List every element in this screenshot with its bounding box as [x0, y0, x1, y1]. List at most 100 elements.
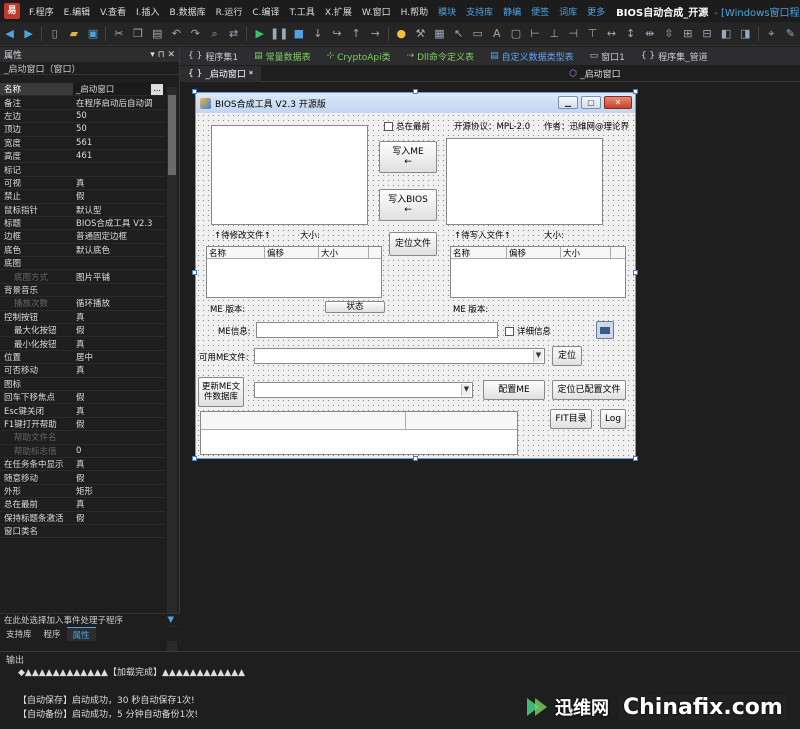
align-center-icon[interactable]: ⊥: [548, 27, 561, 41]
link-static[interactable]: 静编: [498, 5, 526, 18]
property-row[interactable]: 底图方式 图片平铺: [0, 270, 165, 284]
align-top-icon[interactable]: ⊤: [586, 27, 599, 41]
property-value[interactable]: 真: [73, 405, 165, 417]
back-icon[interactable]: ◀: [3, 27, 16, 41]
dropdown-arrow-icon[interactable]: ▼: [167, 615, 180, 625]
property-value[interactable]: 50: [73, 111, 165, 121]
space-h-icon[interactable]: ⇹: [643, 27, 656, 41]
menu-extend[interactable]: X.扩展: [320, 5, 357, 18]
property-row[interactable]: 标题 BIOS合成工具 V2.3: [0, 217, 165, 231]
property-value[interactable]: 真: [73, 311, 165, 323]
property-value[interactable]: 假: [73, 512, 165, 524]
property-row[interactable]: 在任务条中显示真: [0, 458, 165, 472]
dropdown-arrow-icon[interactable]: ▼: [461, 384, 471, 396]
menu-run[interactable]: R.运行: [211, 5, 248, 18]
property-value[interactable]: 图片平铺: [73, 271, 165, 283]
menu-compile[interactable]: C.编译: [247, 5, 284, 18]
column-header[interactable]: 名称: [451, 247, 507, 259]
event-handler-select[interactable]: 在此处选择加入事件处理子程序 ▼: [0, 613, 180, 626]
locate-file-button[interactable]: 定位文件: [389, 232, 437, 256]
property-row[interactable]: 背景音乐: [0, 284, 165, 298]
tab-startup-window-design[interactable]: ⬡ _启动窗口: [561, 66, 628, 82]
step-into-icon[interactable]: ↓: [311, 27, 324, 41]
property-value[interactable]: 居中: [73, 351, 165, 363]
link-more[interactable]: 更多: [582, 5, 610, 18]
minimize-button[interactable]: ▁: [558, 96, 578, 109]
property-row[interactable]: 可否移动 真: [0, 364, 165, 378]
property-scrollbar[interactable]: [167, 87, 177, 652]
column-header[interactable]: 偏移: [507, 247, 561, 259]
property-row[interactable]: 外形 矩形: [0, 485, 165, 499]
usable-me-combobox[interactable]: ▼: [254, 348, 545, 364]
property-value[interactable]: BIOS合成工具 V2.3: [73, 217, 165, 229]
result-table[interactable]: [200, 411, 518, 455]
property-row[interactable]: 备注 在程序启动后自动调: [0, 96, 165, 110]
property-row[interactable]: 高度 461: [0, 150, 165, 164]
property-value[interactable]: 假: [73, 324, 165, 336]
tab-window-1[interactable]: ▭ 窗口1: [582, 50, 633, 63]
write-me-button[interactable]: 写入ME ←: [379, 141, 437, 173]
property-value[interactable]: 真: [73, 364, 165, 376]
config-me-button[interactable]: 配置ME: [483, 380, 545, 400]
tab-cryptoapi[interactable]: ⊹ CryptoApi类: [319, 50, 399, 63]
source-file-textbox[interactable]: [211, 125, 368, 225]
property-row[interactable]: 左边 50: [0, 110, 165, 124]
property-value[interactable]: 真: [73, 498, 165, 510]
form-title-bar[interactable]: BIOS合成工具 V2.3 开源版 ▁ ▢ ✕: [196, 93, 635, 113]
close-button[interactable]: ✕: [604, 96, 632, 109]
same-width-icon[interactable]: ↔: [605, 27, 618, 41]
menu-insert[interactable]: I.插入: [131, 5, 165, 18]
property-row[interactable]: 禁止 假: [0, 190, 165, 204]
property-row[interactable]: 播放次数 循环播放: [0, 297, 165, 311]
property-value[interactable]: 循环播放: [73, 297, 165, 309]
checkbox-box[interactable]: [384, 122, 393, 131]
forward-icon[interactable]: ▶: [22, 27, 35, 41]
run-icon[interactable]: ▶: [253, 27, 266, 41]
tab-program-set-pipe[interactable]: { } 程序集_管道: [633, 50, 716, 63]
checkbox-box[interactable]: [505, 327, 514, 336]
me-info-textbox[interactable]: [256, 322, 498, 338]
tab-dll-commands[interactable]: ⇢ Dll命令定义表: [399, 50, 482, 63]
tab-support-lib[interactable]: 支持库: [0, 627, 38, 641]
menu-edit[interactable]: E.编辑: [59, 5, 96, 18]
maximize-button[interactable]: ▢: [581, 96, 601, 109]
property-value[interactable]: 假: [73, 190, 165, 202]
column-header[interactable]: 大小: [561, 247, 611, 259]
dropdown-arrow-icon[interactable]: ▼: [533, 350, 543, 362]
column-header[interactable]: 偏移: [265, 247, 319, 259]
center-h-icon[interactable]: ⊞: [681, 27, 694, 41]
same-height-icon[interactable]: ↕: [624, 27, 637, 41]
log-button[interactable]: Log: [600, 409, 626, 429]
property-row[interactable]: 图标: [0, 378, 165, 391]
column-header[interactable]: 名称: [207, 247, 265, 259]
lock-icon[interactable]: ⌖: [765, 27, 778, 41]
status-button[interactable]: 状态: [325, 301, 385, 313]
locate-config-button[interactable]: 定位已配置文件: [552, 380, 626, 400]
property-value[interactable]: 假: [73, 391, 165, 403]
column-header[interactable]: 大小: [319, 247, 369, 259]
property-value[interactable]: 在程序启动后自动调: [73, 97, 165, 109]
bulb-icon[interactable]: ●: [395, 27, 408, 41]
tab-program[interactable]: 程序: [38, 627, 67, 641]
property-row[interactable]: 宽度 561: [0, 137, 165, 150]
tab-properties[interactable]: 属性: [66, 627, 96, 641]
menu-database[interactable]: B.数据库: [165, 5, 211, 18]
pause-icon[interactable]: ❚❚: [270, 27, 288, 41]
tab-startup-window-code[interactable]: { } _启动窗口 *: [180, 65, 262, 82]
property-value[interactable]: 默认型: [73, 204, 165, 216]
button-tool-icon[interactable]: ▢: [509, 27, 522, 41]
tab-custom-types[interactable]: ▤ 自定义数据类型表: [482, 50, 582, 63]
space-v-icon[interactable]: ⇳: [662, 27, 675, 41]
property-row[interactable]: F1键打开帮助 假: [0, 418, 165, 432]
locate-button[interactable]: 定位: [552, 346, 582, 366]
resize-handle[interactable]: [633, 456, 638, 461]
find-icon[interactable]: ⌕: [208, 27, 221, 41]
property-value[interactable]: 0: [73, 446, 165, 456]
menu-view[interactable]: V.查看: [95, 5, 131, 18]
property-row[interactable]: 总在最前 真: [0, 498, 165, 512]
column-header[interactable]: [201, 412, 406, 429]
ellipsis-button[interactable]: …: [151, 83, 163, 95]
cursor-icon[interactable]: ↖: [452, 27, 465, 41]
align-left-icon[interactable]: ⊢: [528, 27, 541, 41]
order-front-icon[interactable]: ◧: [720, 27, 733, 41]
